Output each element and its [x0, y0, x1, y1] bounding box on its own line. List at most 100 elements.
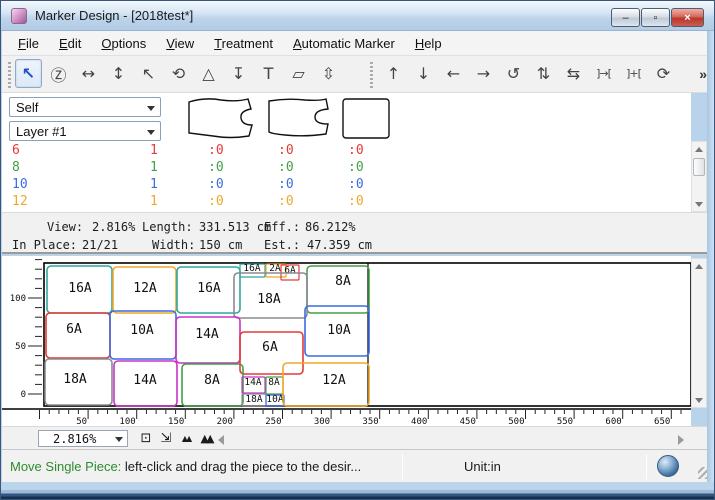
minimize-button[interactable]: –	[611, 8, 640, 27]
col3-cell: :0	[348, 194, 686, 209]
flip-horizontal-button[interactable]: ⇆	[560, 59, 587, 88]
piece-18A-13[interactable]: 18A	[45, 359, 112, 405]
move-up-button[interactable]: ↑	[380, 59, 407, 88]
menu-help[interactable]: Help	[405, 33, 452, 54]
scroll-up-icon[interactable]	[692, 143, 706, 155]
zoom-tool-button[interactable]: Ⓩ	[45, 59, 72, 88]
piece-14A-16[interactable]: 14A	[242, 377, 265, 393]
piece-label: 6A	[262, 340, 278, 355]
col1-cell: :0	[208, 194, 278, 209]
toolbar-grip[interactable]	[8, 62, 11, 88]
marker-layout[interactable]: 05010015016A12A16A16A2A6A8A18A6A10A14A6A…	[2, 256, 691, 426]
size-cell: 6	[12, 143, 150, 158]
piece-preview-2[interactable]	[269, 99, 328, 136]
piece-12A-1[interactable]: 12A	[113, 267, 176, 313]
marker-design-window: Marker Design - [2018test*] –▫× FileEdit…	[0, 0, 715, 500]
tilt-piece-button[interactable]: ⟳	[650, 59, 677, 88]
rotate-ccw-button[interactable]: ↺	[500, 59, 527, 88]
marker-canvas[interactable]: 05010015016A12A16A16A2A6A8A18A6A10A14A6A…	[2, 256, 691, 426]
scroll-up-icon[interactable]	[692, 260, 706, 272]
menu-edit[interactable]: Edit	[49, 33, 91, 54]
h-ruler-label: 600	[605, 417, 621, 426]
globe-icon[interactable]	[657, 455, 679, 477]
piece-10A-9[interactable]: 10A	[110, 311, 176, 359]
canvas-vertical-scrollbar[interactable]	[691, 258, 707, 408]
pieces-panel: Self Layer #1 61:0:0:081:0:0:0101:0:0:01…	[2, 93, 691, 212]
menu-treatment[interactable]: Treatment	[204, 33, 283, 54]
menu-options[interactable]: Options	[91, 33, 156, 54]
piece-preview-1[interactable]	[189, 99, 252, 138]
move-horizontal-tool-button[interactable]: ↔	[75, 59, 102, 88]
gap-right-button[interactable]: ]→[	[590, 59, 617, 88]
piece-preview-3[interactable]	[343, 99, 389, 138]
zoom-level-dropdown[interactable]: 2.816%	[38, 430, 128, 447]
piece-label: 14A	[195, 327, 219, 342]
piece-label: 14A	[244, 377, 261, 388]
scroll-right-icon[interactable]	[678, 435, 684, 445]
eff-label: Eff.:	[264, 220, 300, 234]
close-button[interactable]: ×	[671, 8, 704, 27]
piece-10A-19[interactable]: 10A	[266, 394, 284, 406]
scroll-down-icon[interactable]	[692, 394, 706, 406]
status-message: Move Single Piece: left-click and drag t…	[10, 459, 361, 474]
layer-dropdown[interactable]: Layer #1	[9, 121, 161, 141]
piece-18A-18[interactable]: 18A	[242, 394, 266, 406]
scrollbar-thumb[interactable]	[693, 158, 705, 176]
piece-12A-20[interactable]: 12A	[283, 363, 369, 406]
toolbar-grip-2[interactable]	[370, 62, 373, 88]
size-table-scrollbar[interactable]	[691, 141, 707, 212]
measure-tool-button[interactable]: ▱	[285, 59, 312, 88]
rotate-piece-tool-button[interactable]: ⟲	[165, 59, 192, 88]
piece-16A-3[interactable]: 16A	[240, 263, 265, 277]
drop-piece-tool-button[interactable]: ↧	[225, 59, 252, 88]
move-left-button[interactable]: ←	[440, 59, 467, 88]
size-row-6[interactable]: 61:0:0:0	[6, 142, 686, 159]
col1-cell: :0	[208, 160, 278, 175]
piece-label: 10A	[130, 323, 154, 338]
window-bottom-border	[1, 482, 714, 500]
window-title: Marker Design - [2018test*]	[35, 8, 193, 23]
menu-file[interactable]: File	[8, 33, 49, 54]
menu-bar: FileEditOptionsViewTreatmentAutomatic Ma…	[2, 31, 713, 56]
col1-cell: :0	[208, 143, 278, 158]
restore-button[interactable]: ▫	[641, 8, 670, 27]
piece-16A-2[interactable]: 16A	[177, 267, 240, 313]
menu-view[interactable]: View	[156, 33, 204, 54]
move-down-button[interactable]: ↓	[410, 59, 437, 88]
piece-6A-11[interactable]: 6A	[240, 332, 303, 374]
size-row-12[interactable]: 121:0:0:0	[6, 193, 686, 210]
text-tool-button[interactable]: T	[255, 59, 282, 88]
preview-small-icon[interactable]: ▲▲	[176, 429, 196, 448]
col2-cell: :0	[278, 177, 348, 192]
move-vertical-tool-button[interactable]: ↕	[105, 59, 132, 88]
scroll-down-icon[interactable]	[692, 198, 706, 210]
piece-label: 12A	[133, 281, 157, 296]
menu-automatic-marker[interactable]: Automatic Marker	[283, 33, 405, 54]
toolbar-overflow-button[interactable]: »	[699, 66, 707, 82]
preview-large-icon[interactable]: ▲▲	[196, 429, 216, 448]
move-right-button[interactable]: →	[470, 59, 497, 88]
view-label: View:	[47, 220, 83, 234]
fit-view-icon[interactable]: ⇲	[156, 429, 176, 448]
zoom-bar: 2.816% ⊡⇲▲▲▲▲	[2, 426, 713, 449]
grouping-dropdown[interactable]: Self	[9, 97, 161, 117]
h-ruler-label: 550	[557, 417, 573, 426]
align-piece-tool-button[interactable]: △	[195, 59, 222, 88]
gap-add-button[interactable]: ]+[	[620, 59, 647, 88]
fit-bounds-tool-button[interactable]: ⇳	[315, 59, 342, 88]
length-value: 331.513 cm	[199, 220, 271, 234]
scroll-left-icon[interactable]	[218, 435, 224, 445]
piece-8A-17[interactable]: 8A	[266, 377, 283, 394]
piece-16A-0[interactable]: 16A	[47, 266, 112, 313]
select-tool-button[interactable]: ↖	[15, 59, 42, 88]
pick-piece-tool-button[interactable]: ↖	[135, 59, 162, 88]
flip-vertical-button[interactable]: ⇅	[530, 59, 557, 88]
crop-frame-icon[interactable]: ⊡	[136, 429, 156, 448]
piece-6A-8[interactable]: 6A	[46, 313, 110, 358]
piece-14A-10[interactable]: 14A	[176, 317, 240, 363]
piece-label: 6A	[284, 265, 296, 276]
piece-8A-15[interactable]: 8A	[182, 364, 243, 406]
size-row-8[interactable]: 81:0:0:0	[6, 159, 686, 176]
size-row-10[interactable]: 101:0:0:0	[6, 176, 686, 193]
piece-14A-14[interactable]: 14A	[114, 361, 177, 406]
